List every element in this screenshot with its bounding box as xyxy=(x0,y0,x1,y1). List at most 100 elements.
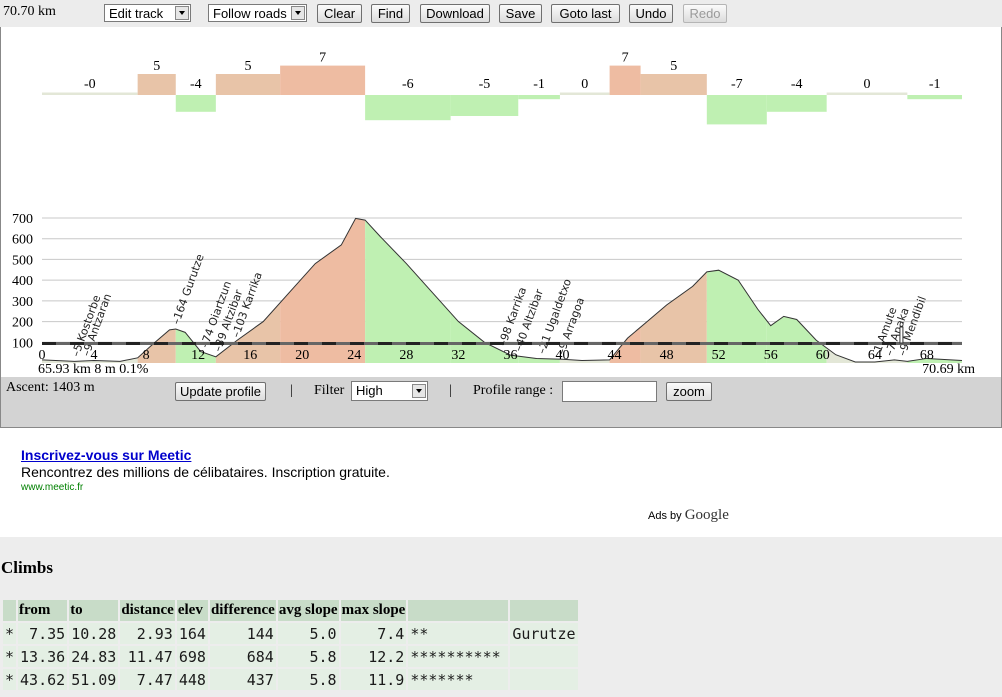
selection-start-readout: 65.93 km 8 m 0.1% xyxy=(38,362,149,377)
x-tick-label: 12 xyxy=(191,348,205,363)
x-axis-dash xyxy=(826,342,840,345)
filter-select-value: High xyxy=(356,383,383,398)
climb-max-slope: 12.2 xyxy=(340,646,407,667)
profile-bar: Ascent: 1403 m Update profile | Filter H… xyxy=(0,377,1002,428)
x-axis-dash xyxy=(742,342,756,345)
x-tick-label: 44 xyxy=(608,348,622,363)
ad-title-link[interactable]: Inscrivez-vous sur Meetic xyxy=(21,447,191,463)
table-header-row: from to distance elev difference avg slo… xyxy=(3,600,578,621)
waypoint-label: –164 Gurutze xyxy=(169,252,207,326)
grade-bar xyxy=(175,95,216,112)
climb-distance: 7.47 xyxy=(120,669,175,690)
col-header-to: to xyxy=(69,600,119,621)
climb-avg-slope: 5.0 xyxy=(277,623,339,644)
climb-max-slope: 7.4 xyxy=(340,623,407,644)
grade-bar xyxy=(450,95,519,116)
update-profile-button[interactable]: Update profile xyxy=(175,382,266,401)
climb-name: Gurutze xyxy=(510,623,578,644)
chevron-down-icon[interactable] xyxy=(412,384,426,398)
climb-difference: 437 xyxy=(209,669,276,690)
col-header-distance: distance xyxy=(120,600,175,621)
x-axis-dash xyxy=(546,342,560,345)
table-row[interactable]: * 13.36 24.83 11.47 698 684 5.8 12.2 ***… xyxy=(3,646,578,667)
x-axis-dash xyxy=(98,342,112,345)
climbs-title: Climbs xyxy=(1,558,53,577)
table-row[interactable]: * 43.62 51.09 7.47 448 437 5.8 11.9 ****… xyxy=(3,669,578,690)
x-tick-label: 8 xyxy=(143,348,150,363)
x-axis-dash xyxy=(882,342,896,345)
grade-bar xyxy=(559,92,610,95)
x-axis-dash xyxy=(294,342,308,345)
grade-label: 0 xyxy=(581,77,588,92)
elevation-profile-chart[interactable]: -0 5 -4 5 7 -6 -5 -1 0 7 5 -7 -4 0 -1 –5 Kostorbe –9 An… xyxy=(0,27,1002,377)
slope-band xyxy=(365,220,451,363)
grade-label: -0 xyxy=(84,77,96,92)
slope-band xyxy=(280,218,366,363)
filter-select[interactable]: High xyxy=(351,381,428,401)
grade-bar xyxy=(280,65,366,95)
x-axis-dash xyxy=(434,342,448,345)
x-axis-dash xyxy=(770,342,784,345)
climb-stars: ******* xyxy=(408,669,509,690)
goto-last-button[interactable]: Goto last xyxy=(551,4,620,23)
climb-from: 43.62 xyxy=(18,669,68,690)
routing-select[interactable]: Follow roads xyxy=(208,4,307,22)
col-header-from: from xyxy=(18,600,68,621)
zoom-button[interactable]: zoom xyxy=(666,382,712,401)
x-axis-dash xyxy=(574,342,588,345)
x-axis-dash xyxy=(210,342,224,345)
filter-label: Filter xyxy=(314,383,345,398)
clear-button[interactable]: Clear xyxy=(317,4,362,23)
grade-bar xyxy=(766,95,827,112)
mode-select[interactable]: Edit track xyxy=(104,4,191,22)
save-button[interactable]: Save xyxy=(499,4,542,23)
ascent-total: Ascent: 1403 m xyxy=(6,380,95,395)
climb-from: 13.36 xyxy=(18,646,68,667)
climb-difference: 684 xyxy=(209,646,276,667)
grade-label: -1 xyxy=(533,77,545,92)
ad-url-link[interactable]: www.meetic.fr xyxy=(21,482,83,493)
y-tick-label: 300 xyxy=(12,295,33,310)
toolbar: 70.70 km Edit track Follow roads Clear F… xyxy=(0,0,1002,27)
x-axis-dash xyxy=(42,342,56,345)
grade-label: -5 xyxy=(479,77,491,92)
y-tick-label: 500 xyxy=(12,253,33,268)
redo-button[interactable]: Redo xyxy=(683,4,727,23)
climb-from: 7.35 xyxy=(18,623,68,644)
x-axis-dash xyxy=(798,342,812,345)
ads-by-google[interactable]: Ads by Google xyxy=(648,507,729,524)
climbs-table: from to distance elev difference avg slo… xyxy=(1,598,580,692)
chevron-down-icon[interactable] xyxy=(291,6,305,20)
ads-by-label: Ads by xyxy=(648,510,682,522)
x-tick-label: 60 xyxy=(816,348,830,363)
x-tick-label: 4 xyxy=(91,348,98,363)
download-button[interactable]: Download xyxy=(420,4,490,23)
x-tick-label: 56 xyxy=(764,348,778,363)
col-header-elev: elev xyxy=(176,600,208,621)
climb-elev: 448 xyxy=(176,669,208,690)
chevron-down-icon[interactable] xyxy=(175,6,189,20)
grade-label: 5 xyxy=(670,59,677,74)
grade-bar xyxy=(640,74,707,95)
grade-bar xyxy=(907,95,962,100)
col-header-difference: difference xyxy=(209,600,276,621)
x-axis-dash xyxy=(518,342,532,345)
profile-range-input[interactable] xyxy=(562,381,657,402)
y-tick-label: 200 xyxy=(12,316,33,331)
grade-bars xyxy=(42,65,962,125)
grade-label: -6 xyxy=(402,77,414,92)
y-tick-label: 700 xyxy=(12,212,33,227)
undo-button[interactable]: Undo xyxy=(629,4,673,23)
grade-bar xyxy=(826,92,908,95)
grade-label: 7 xyxy=(622,51,629,66)
x-axis-dash xyxy=(630,342,644,345)
find-button[interactable]: Find xyxy=(371,4,410,23)
x-axis-dash xyxy=(182,342,196,345)
elevation-profile-svg[interactable]: -05-457-6 -5 -1 075-7 -4 0 -1 –5 Kostorbe–9 An… xyxy=(1,27,1001,377)
x-axis-dash xyxy=(686,342,700,345)
table-row[interactable]: * 7.35 10.28 2.93 164 144 5.0 7.4 ** Gur… xyxy=(3,623,578,644)
climb-name xyxy=(510,646,578,667)
y-tick-label: 400 xyxy=(12,274,33,289)
climb-to: 51.09 xyxy=(69,669,119,690)
x-tick-label: 68 xyxy=(920,348,934,363)
